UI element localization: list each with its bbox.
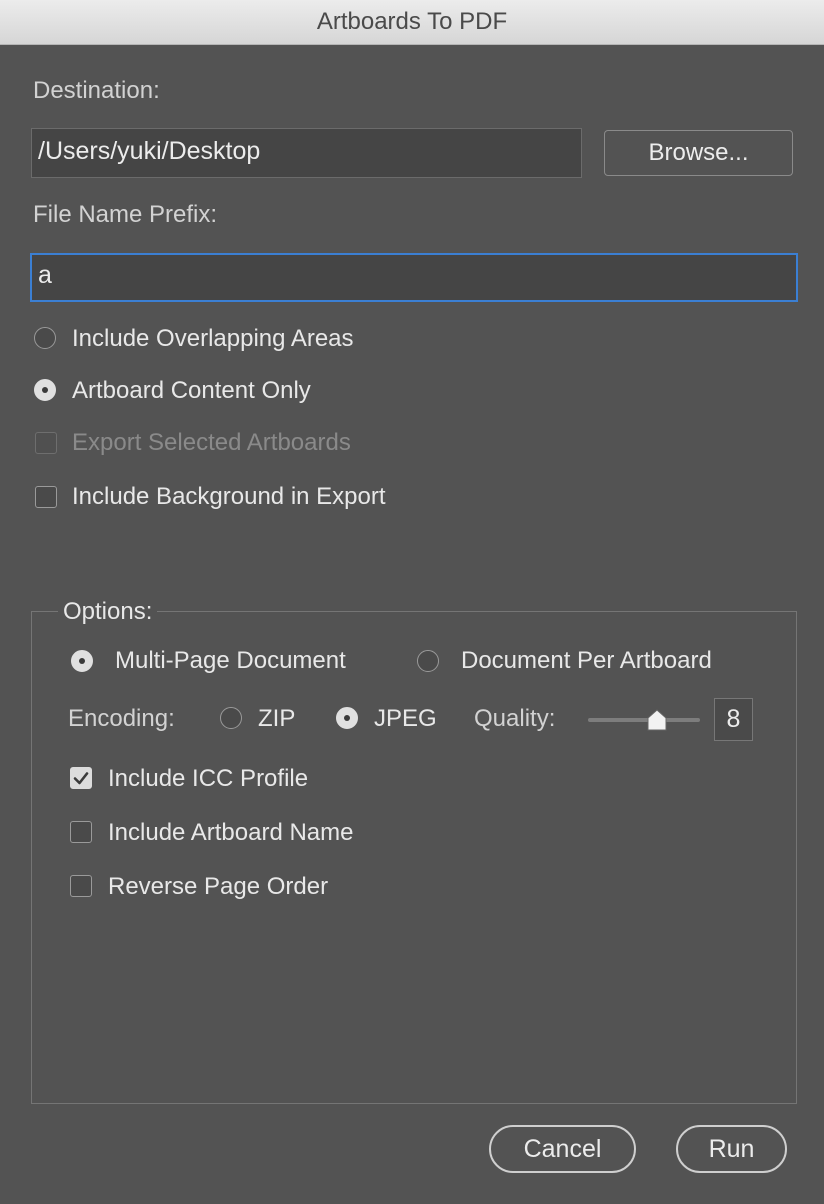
multi-page-label: Multi-Page Document [115,647,346,674]
browse-button[interactable]: Browse... [604,130,793,176]
artboard-name-label: Include Artboard Name [108,819,354,846]
document-per-artboard-radio[interactable] [417,650,439,672]
cancel-button[interactable]: Cancel [489,1125,636,1173]
prefix-input[interactable]: a [30,253,798,302]
checkmark-icon [73,771,88,784]
artboard-content-only-label: Artboard Content Only [72,377,311,404]
icc-profile-checkbox[interactable] [70,767,92,789]
artboard-content-only-radio[interactable] [34,379,56,401]
include-overlapping-radio[interactable] [34,327,56,349]
prefix-label: File Name Prefix: [33,201,218,228]
encoding-zip-label: ZIP [258,705,296,732]
quality-slider-thumb[interactable] [647,709,667,731]
quality-label: Quality: [474,705,556,732]
export-selected-checkbox [35,432,57,454]
encoding-zip-radio[interactable] [220,707,242,729]
quality-slider[interactable] [588,718,700,722]
options-group [31,611,797,1104]
encoding-jpeg-label: JPEG [374,705,437,732]
include-overlapping-label: Include Overlapping Areas [72,325,354,352]
encoding-jpeg-radio[interactable] [336,707,358,729]
multi-page-radio[interactable] [71,650,93,672]
options-legend: Options: [58,598,158,626]
window-title: Artboards To PDF [0,0,824,45]
icc-profile-label: Include ICC Profile [108,765,309,792]
destination-path-field[interactable]: /Users/yuki/Desktop [31,128,582,178]
run-button[interactable]: Run [676,1125,787,1173]
reverse-order-checkbox[interactable] [70,875,92,897]
encoding-label: Encoding: [68,705,175,732]
destination-label: Destination: [33,77,160,104]
export-selected-label: Export Selected Artboards [72,429,351,456]
artboard-name-checkbox[interactable] [70,821,92,843]
quality-value-field[interactable]: 8 [714,698,753,741]
include-background-checkbox[interactable] [35,486,57,508]
document-per-artboard-label: Document Per Artboard [461,647,712,674]
include-background-label: Include Background in Export [72,483,386,510]
reverse-order-label: Reverse Page Order [108,873,329,900]
